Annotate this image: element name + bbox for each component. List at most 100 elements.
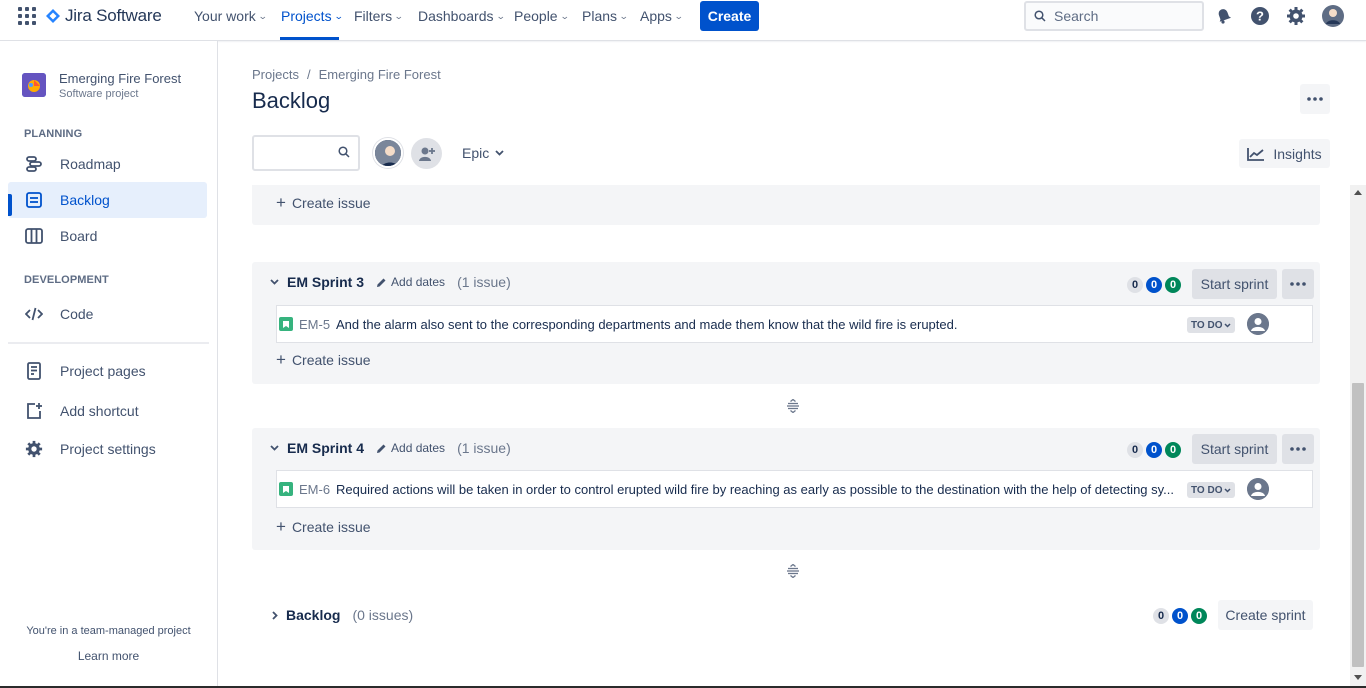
in-progress-count-badge: 0 (1146, 442, 1162, 458)
add-dates-label: Add dates (391, 441, 446, 455)
create-issue-button[interactable]: + Create issue (276, 517, 371, 537)
sprint-container: EM Sprint 4 Add dates (1 issue) 0 0 0 St… (252, 428, 1320, 550)
issue-key[interactable]: EM-5 (299, 317, 330, 332)
nav-your-work[interactable]: Your work ⌄ (194, 8, 268, 24)
project-sidebar: Emerging Fire Forest Software project PL… (0, 41, 218, 688)
create-issue-button[interactable]: + Create issue (276, 350, 371, 370)
issue-summary: Required actions will be taken in order … (336, 481, 1175, 497)
settings-gear-icon[interactable] (1285, 5, 1307, 27)
jira-logo-icon (46, 9, 60, 23)
status-label: TO DO (1191, 484, 1223, 496)
add-dates-button[interactable]: Add dates (376, 441, 445, 455)
backlog-header[interactable]: Backlog (0 issues) (272, 607, 413, 623)
breadcrumb-separator: / (306, 67, 311, 82)
pencil-icon (377, 278, 386, 287)
issue-row[interactable]: EM-6 Required actions will be taken in o… (276, 470, 1313, 508)
nav-dashboards[interactable]: Dashboards ⌄ (418, 8, 506, 24)
sprint-name: EM Sprint 4 (287, 440, 365, 456)
sprint-more-button[interactable] (1282, 269, 1314, 299)
learn-more-link[interactable]: Learn more (0, 649, 217, 663)
sidebar-item-project-pages[interactable]: Project pages (8, 353, 207, 389)
nav-projects[interactable]: Projects ⌄ (281, 8, 343, 24)
development-heading: DEVELOPMENT (24, 274, 109, 286)
project-type: Software project (59, 88, 139, 100)
create-button[interactable]: Create (700, 1, 759, 31)
sprint-name: EM Sprint 3 (287, 274, 365, 290)
more-actions-button[interactable] (1300, 84, 1330, 114)
done-count-badge: 0 (1165, 442, 1181, 458)
epic-filter-label: Epic (462, 145, 490, 161)
plus-icon: + (276, 517, 286, 536)
more-icon (1290, 282, 1306, 286)
sprint-header[interactable]: EM Sprint 3 Add dates (1 issue) (270, 274, 511, 290)
nav-people[interactable]: People ⌄ (514, 8, 570, 24)
search-placeholder: Search (1054, 8, 1099, 24)
vertical-scrollbar[interactable] (1350, 185, 1366, 688)
sidebar-item-label: Roadmap (60, 156, 121, 172)
sidebar-item-add-shortcut[interactable]: Add shortcut (8, 393, 207, 429)
chevron-down-icon[interactable] (270, 445, 279, 451)
nav-filters[interactable]: Filters ⌄ (354, 8, 404, 24)
nav-plans[interactable]: Plans ⌄ (582, 8, 629, 24)
sidebar-item-board[interactable]: Board (8, 218, 207, 254)
backlog-search-input[interactable] (252, 135, 360, 171)
breadcrumb-projects[interactable]: Projects (252, 67, 299, 82)
create-issue-button[interactable]: + Create issue (276, 193, 371, 213)
chevron-down-icon: ⌄ (495, 10, 506, 21)
sidebar-item-project-settings[interactable]: Project settings (8, 431, 207, 467)
sprint-header[interactable]: EM Sprint 4 Add dates (1 issue) (270, 440, 511, 456)
epic-filter-dropdown[interactable]: Epic (462, 145, 504, 161)
issue-key[interactable]: EM-6 (299, 482, 330, 497)
sprint-container: EM Sprint 3 Add dates (1 issue) 0 0 0 St… (252, 262, 1320, 384)
sidebar-item-backlog[interactable]: Backlog (8, 182, 207, 218)
gear-icon (24, 439, 44, 459)
planning-heading: PLANNING (24, 128, 83, 140)
drag-handle-icon[interactable] (786, 399, 800, 413)
scrollbar-thumb[interactable] (1352, 383, 1364, 667)
add-people-icon[interactable] (411, 138, 442, 169)
app-switcher-icon[interactable] (18, 7, 36, 25)
todo-count-badge: 0 (1127, 442, 1143, 458)
insights-button[interactable]: Insights (1239, 139, 1330, 168)
jira-logo[interactable]: Jira Software (46, 6, 162, 26)
chevron-down-icon[interactable] (270, 279, 279, 285)
chevron-down-icon (1224, 322, 1232, 328)
roadmap-icon (24, 154, 44, 174)
create-sprint-button[interactable]: Create sprint (1218, 600, 1313, 630)
backlog-name: Backlog (286, 607, 341, 623)
chevron-down-icon: ⌄ (618, 10, 629, 21)
scroll-up-arrow-icon[interactable] (1354, 190, 1362, 195)
sidebar-item-label: Code (60, 306, 94, 322)
sprint-more-button[interactable] (1282, 434, 1314, 464)
search-input[interactable]: Search (1024, 1, 1204, 31)
notifications-icon[interactable] (1213, 5, 1235, 27)
help-icon[interactable]: ? (1249, 5, 1271, 27)
todo-count-badge: 0 (1153, 608, 1169, 624)
issue-row[interactable]: EM-5 And the alarm also sent to the corr… (276, 305, 1313, 343)
chevron-right-icon[interactable] (272, 610, 278, 620)
unassigned-avatar[interactable] (1247, 313, 1269, 335)
breadcrumb-project[interactable]: Emerging Fire Forest (319, 67, 441, 82)
status-dropdown[interactable]: TO DO (1187, 317, 1236, 333)
sidebar-item-code[interactable]: Code (8, 296, 207, 332)
status-dropdown[interactable]: TO DO (1187, 482, 1236, 498)
insights-label: Insights (1273, 145, 1322, 162)
drag-handle-icon[interactable] (786, 564, 800, 578)
sprint-issue-count: (1 issue) (457, 440, 511, 456)
insights-chart-icon (1247, 147, 1265, 161)
profile-avatar[interactable] (1322, 5, 1344, 27)
nav-apps[interactable]: Apps ⌄ (640, 8, 684, 24)
sidebar-item-roadmap[interactable]: Roadmap (8, 146, 207, 182)
sidebar-item-label: Project settings (60, 441, 156, 457)
nav-label: Apps (640, 8, 672, 24)
add-dates-button[interactable]: Add dates (376, 275, 445, 289)
scroll-down-arrow-icon[interactable] (1354, 675, 1362, 680)
user-filter-avatar[interactable] (373, 138, 403, 168)
pages-icon (24, 361, 44, 381)
unassigned-avatar[interactable] (1247, 478, 1269, 500)
chevron-down-icon: ⌄ (257, 10, 268, 21)
start-sprint-button[interactable]: Start sprint (1192, 269, 1277, 299)
more-icon (1307, 97, 1323, 101)
chevron-down-icon: ⌄ (559, 10, 570, 21)
start-sprint-button[interactable]: Start sprint (1192, 434, 1277, 464)
